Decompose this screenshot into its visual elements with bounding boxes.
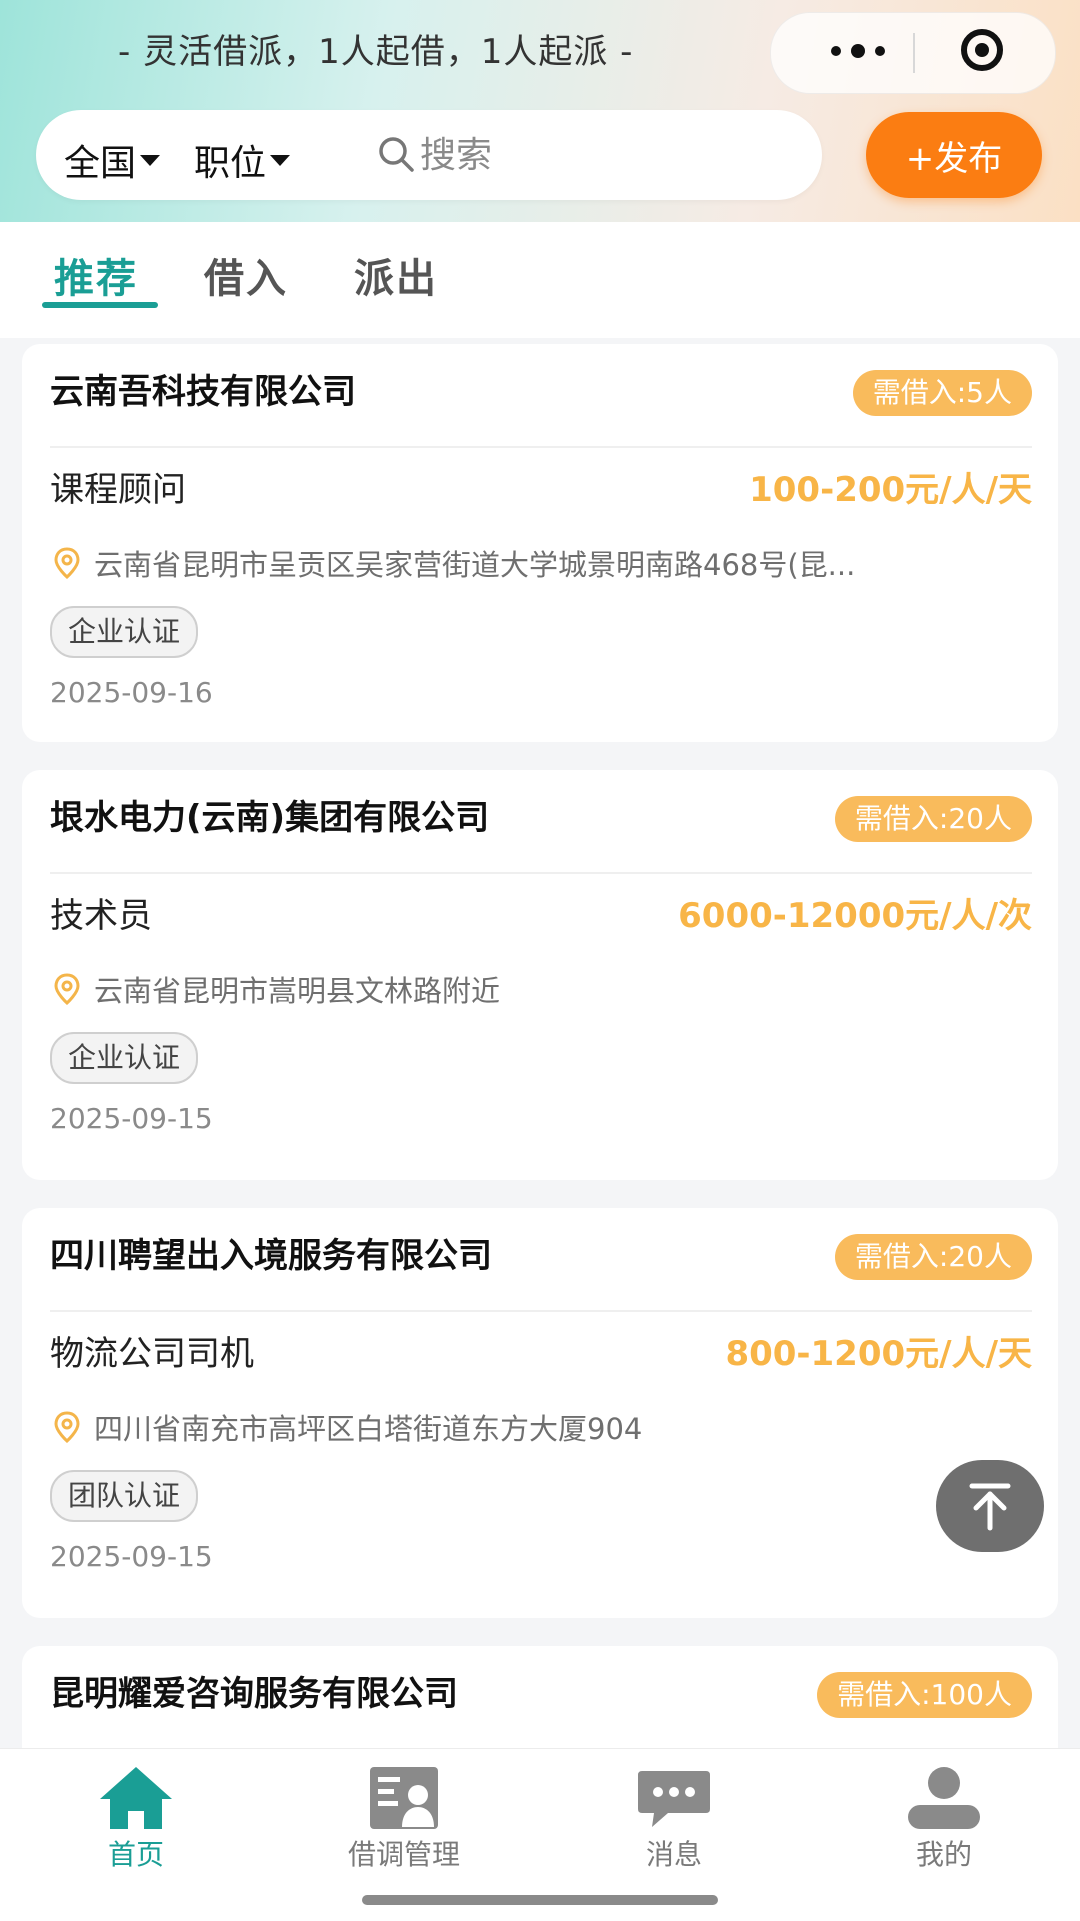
search-icon bbox=[379, 137, 414, 172]
mini-program-capsule bbox=[770, 12, 1056, 94]
home-indicator bbox=[362, 1895, 718, 1905]
address: 云南省昆明市呈贡区吴家营街道大学城景明南路468号(昆... bbox=[94, 548, 856, 582]
nav-label: 我的 bbox=[915, 1838, 972, 1871]
location-row: 四川省南充市高坪区白塔街道东方大厦904 bbox=[50, 1406, 990, 1448]
headcount-badge: 需借入:100人 bbox=[817, 1672, 1032, 1718]
search-bar: 全国 职位 bbox=[36, 110, 822, 200]
active-tab-indicator bbox=[42, 302, 158, 308]
nav-label: 首页 bbox=[107, 1838, 164, 1871]
company-name: 云南吾科技有限公司 bbox=[50, 372, 356, 412]
nav-management[interactable]: 借调管理 bbox=[304, 1765, 504, 1873]
company-name: 昆明耀爱咨询服务有限公司 bbox=[50, 1674, 458, 1714]
headcount-badge: 需借入:20人 bbox=[834, 1234, 1032, 1280]
address: 云南省昆明市嵩明县文林路附近 bbox=[94, 974, 501, 1008]
job-title: 物流公司司机 bbox=[50, 1334, 254, 1374]
certification-tag: 企业认证 bbox=[50, 606, 199, 658]
tab-dispatch-out[interactable]: 派出 bbox=[354, 246, 438, 304]
arrow-up-icon bbox=[969, 1483, 1011, 1531]
more-dots-icon[interactable] bbox=[813, 31, 903, 71]
job-title: 课程顾问 bbox=[50, 470, 186, 510]
position-filter-label: 职位 bbox=[194, 143, 267, 184]
job-card[interactable]: 垠水电力(云南)集团有限公司 需借入:20人 技术员 6000-12000元/人… bbox=[22, 770, 1058, 1180]
post-date: 2025-09-16 bbox=[50, 676, 213, 709]
post-date: 2025-09-15 bbox=[50, 1540, 213, 1573]
location-row: 云南省昆明市嵩明县文林路附近 bbox=[50, 968, 990, 1010]
header: - 灵活借派，1人起借，1人起派 - 全国 职位 +发布 bbox=[0, 0, 1080, 222]
bottom-nav: 首页 借调管理 消息 我的 bbox=[0, 1748, 1080, 1921]
target-icon[interactable] bbox=[961, 29, 1003, 71]
capsule-divider bbox=[913, 33, 915, 73]
nav-messages[interactable]: 消息 bbox=[574, 1765, 774, 1873]
salary: 100-200元/人/天 bbox=[749, 470, 1032, 510]
message-icon bbox=[638, 1771, 710, 1827]
search-input[interactable] bbox=[420, 128, 780, 182]
address: 四川省南充市高坪区白塔街道东方大厦904 bbox=[94, 1412, 643, 1446]
home-icon bbox=[100, 1767, 172, 1829]
salary: 800-1200元/人/天 bbox=[725, 1334, 1032, 1374]
card-divider bbox=[50, 446, 1032, 448]
position-filter[interactable]: 职位 bbox=[194, 134, 291, 186]
caret-down-icon bbox=[140, 154, 161, 166]
profile-icon bbox=[908, 1767, 980, 1829]
card-divider bbox=[50, 1310, 1032, 1312]
card-divider bbox=[50, 872, 1032, 874]
company-name: 垠水电力(云南)集团有限公司 bbox=[50, 798, 490, 838]
location-pin-icon bbox=[54, 1411, 80, 1444]
management-icon bbox=[370, 1767, 438, 1829]
job-card[interactable]: 四川聘望出入境服务有限公司 需借入:20人 物流公司司机 800-1200元/人… bbox=[22, 1208, 1058, 1618]
headcount-badge: 需借入:5人 bbox=[852, 370, 1032, 416]
headcount-badge: 需借入:20人 bbox=[834, 796, 1032, 842]
post-date: 2025-09-15 bbox=[50, 1102, 213, 1135]
location-pin-icon bbox=[54, 547, 80, 580]
region-filter[interactable]: 全国 bbox=[64, 134, 161, 186]
back-to-top-button[interactable] bbox=[936, 1460, 1044, 1552]
location-row: 云南省昆明市呈贡区吴家营街道大学城景明南路468号(昆... bbox=[50, 542, 990, 584]
company-name: 四川聘望出入境服务有限公司 bbox=[50, 1236, 492, 1276]
salary: 6000-12000元/人/次 bbox=[678, 896, 1032, 936]
job-title: 技术员 bbox=[50, 896, 152, 936]
slogan: - 灵活借派，1人起借，1人起派 - bbox=[118, 32, 634, 72]
certification-tag: 企业认证 bbox=[50, 1032, 199, 1084]
certification-tag: 团队认证 bbox=[50, 1470, 199, 1522]
location-pin-icon bbox=[54, 973, 80, 1006]
tab-bar: 推荐 借入 派出 bbox=[0, 222, 1080, 338]
nav-profile[interactable]: 我的 bbox=[844, 1765, 1044, 1873]
nav-home[interactable]: 首页 bbox=[36, 1765, 236, 1873]
caret-down-icon bbox=[270, 154, 291, 166]
region-filter-label: 全国 bbox=[64, 143, 137, 184]
nav-label: 消息 bbox=[645, 1838, 702, 1871]
tab-borrow-in[interactable]: 借入 bbox=[204, 246, 288, 304]
job-card[interactable]: 云南吾科技有限公司 需借入:5人 课程顾问 100-200元/人/天 云南省昆明… bbox=[22, 344, 1058, 742]
tab-recommend[interactable]: 推荐 bbox=[54, 246, 138, 304]
publish-button[interactable]: +发布 bbox=[866, 112, 1042, 198]
nav-label: 借调管理 bbox=[347, 1838, 460, 1871]
